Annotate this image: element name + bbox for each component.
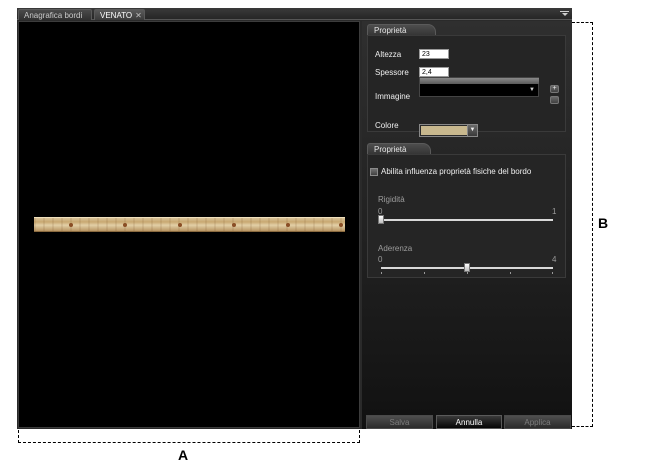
document-tab-bar: Anagrafica bordi VENATO ✕ (17, 8, 572, 20)
rigidity-slider-thumb[interactable] (378, 215, 384, 224)
edge-preview-area[interactable] (18, 21, 360, 428)
slider-tick (381, 272, 382, 274)
thickness-label: Spessore (375, 68, 409, 77)
edge-strip-preview (34, 217, 345, 232)
properties-panel: Proprietà generali Altezza Spessore Imma… (362, 21, 572, 429)
adherence-label: Aderenza (378, 244, 413, 253)
wood-knot (286, 223, 290, 227)
wood-knot (123, 223, 127, 227)
tab-anagrafica-bordi[interactable]: Anagrafica bordi (18, 9, 92, 20)
close-icon[interactable]: ✕ (135, 11, 142, 20)
remove-image-button[interactable] (550, 96, 559, 104)
edge-editor-window: Anagrafica bordi VENATO✕ Proprietà gener… (17, 8, 572, 429)
color-label: Colore (375, 121, 399, 130)
wood-knot (178, 223, 182, 227)
callout-b-label: B (598, 215, 609, 231)
adherence-max: 4 (552, 255, 557, 264)
cancel-button[interactable]: Annulla (436, 415, 502, 429)
callout-a-label: A (178, 447, 189, 463)
image-select[interactable]: ▼ (419, 77, 539, 97)
image-select-preview (420, 78, 539, 84)
color-swatch (421, 126, 468, 135)
add-image-button[interactable]: + (550, 85, 559, 93)
chevron-down-icon[interactable]: ▼ (529, 87, 535, 93)
enable-physics-label: Abilita influenza proprietà fisiche del … (381, 167, 532, 176)
slider-tick (424, 272, 425, 274)
save-button[interactable]: Salva (366, 415, 433, 429)
wood-knot (69, 223, 73, 227)
color-picker[interactable]: ▼ (419, 124, 478, 137)
slider-tick (510, 272, 511, 274)
adherence-min: 0 (378, 255, 383, 264)
slider-tick (467, 272, 468, 274)
height-input[interactable] (419, 49, 449, 59)
tab-label: Anagrafica bordi (24, 11, 83, 20)
enable-physics-checkbox[interactable] (370, 168, 378, 176)
wood-knot (339, 223, 343, 227)
rigidity-slider-track[interactable] (381, 219, 553, 221)
height-label: Altezza (375, 50, 402, 59)
wood-knot (232, 223, 236, 227)
rigidity-max: 1 (552, 207, 557, 216)
tab-label: VENATO (100, 11, 133, 20)
wood-grain-texture (34, 218, 345, 231)
adherence-slider-thumb[interactable] (464, 263, 470, 272)
rigidity-label: Rigidità (378, 195, 405, 204)
image-label: Immagine (375, 92, 411, 101)
apply-button[interactable]: Applica (504, 415, 571, 429)
callout-a-bracket (18, 430, 360, 443)
callout-b-bracket (572, 22, 593, 427)
chevron-down-icon[interactable]: ▼ (467, 125, 477, 136)
menu-dropdown-icon[interactable] (560, 9, 569, 18)
slider-tick (552, 272, 553, 274)
thickness-input[interactable] (419, 67, 449, 77)
tab-venato[interactable]: VENATO ✕ (94, 9, 145, 20)
